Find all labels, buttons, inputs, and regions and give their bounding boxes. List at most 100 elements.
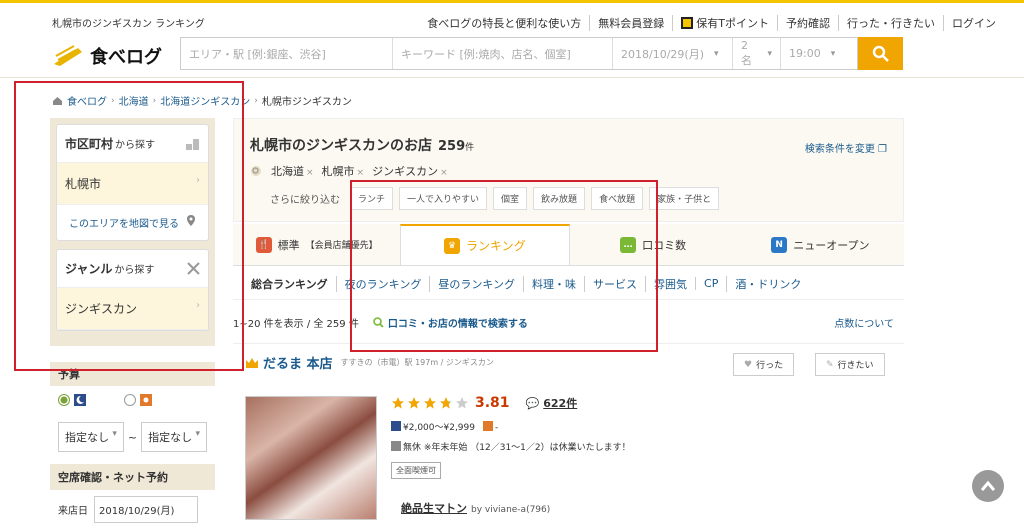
moon-icon	[391, 421, 401, 431]
budget-section: 予算 指定なし ~ 指定なし 空席確認・ネット予約 来店日 2018/10/29…	[50, 362, 215, 529]
budget-type-row	[50, 386, 215, 414]
moon-icon	[74, 394, 86, 406]
tab-new-open-label: ニューオープン	[793, 238, 870, 252]
sun-icon	[140, 394, 152, 406]
area-input[interactable]: エリア・駅 [例:銀座、渋谷]	[181, 38, 393, 69]
booking-title: 空席確認・ネット予約	[50, 464, 215, 490]
link-features[interactable]: 食べログの特長と便利な使い方	[419, 15, 589, 31]
store-name-link[interactable]: だるま 本店	[263, 353, 333, 372]
tilde: ~	[127, 430, 138, 444]
dinner-price-value: ¥2,000～¥2,999	[403, 423, 475, 433]
chevron-up-icon	[981, 481, 995, 491]
lunch-price: -	[482, 420, 499, 433]
tpoint-label: 保有Tポイント	[696, 17, 769, 30]
crumb-current: 札幌市ジンギスカン	[261, 97, 352, 108]
went-label: 行った	[756, 361, 784, 371]
date-select[interactable]: 2018/10/29(月)	[613, 38, 733, 69]
subnav-cp[interactable]: CP	[695, 277, 726, 290]
heart-icon: ♥	[744, 359, 753, 370]
link-went-want[interactable]: 行った・行きたい	[838, 15, 943, 31]
star-half-icon	[440, 397, 452, 409]
store-station-genre: すすきの（市電）駅 197m / ジンギスカン	[340, 358, 494, 367]
site-title: 札幌市のジンギスカン ランキング	[52, 19, 205, 30]
star-icon	[408, 397, 420, 409]
dinner-price: ¥2,000～¥2,999	[391, 420, 475, 433]
dinner-radio[interactable]	[58, 394, 70, 406]
review-author: by viviane-a(796)	[471, 505, 551, 515]
remove-icon: ×	[440, 168, 448, 178]
new-icon: N	[771, 236, 788, 253]
star-empty-icon	[456, 397, 468, 409]
tag-sapporo[interactable]: 札幌市 ×	[322, 163, 365, 179]
review-title[interactable]: 絶品生マトン by viviane-a(796)	[401, 500, 550, 516]
search-icon	[251, 165, 261, 176]
results-count-unit: 件	[465, 143, 475, 153]
store-photo[interactable]	[245, 396, 377, 520]
filter-label: さらに絞り込む	[270, 195, 340, 206]
rank-crown-icon	[246, 357, 258, 368]
top-links: 食べログの特長と便利な使い方 無料会員登録 保有Tポイント 予約確認 行った・行…	[419, 15, 1004, 31]
remove-icon: ×	[306, 168, 314, 178]
tag-hokkaido[interactable]: 北海道 ×	[271, 163, 314, 179]
store-rating: 3.81 💬 622件	[391, 395, 577, 411]
subnav-drinks[interactable]: 酒・ドリンク	[726, 275, 809, 292]
sun-icon	[482, 420, 493, 431]
people-select[interactable]: 2名	[733, 38, 781, 69]
scroll-top-button[interactable]	[972, 470, 1004, 502]
remove-icon: ×	[356, 168, 365, 178]
lunch-price-value: -	[494, 422, 499, 433]
points-about-link[interactable]: 点数について	[834, 315, 894, 330]
search-button[interactable]	[858, 37, 903, 70]
change-conditions-link[interactable]: 検索条件を変更 ❐	[805, 140, 887, 155]
active-tags: 北海道 × 札幌市 × ジンギスカン ×	[250, 163, 448, 179]
lunch-radio[interactable]	[124, 394, 136, 406]
review-count-link[interactable]: 💬 622件	[526, 395, 578, 411]
results-count: 259	[438, 139, 466, 154]
tag-jingisukan[interactable]: ジンギスカン ×	[372, 163, 448, 179]
subnav-overall[interactable]: 総合ランキング	[243, 276, 336, 292]
star-icon	[392, 397, 404, 409]
keyword-input[interactable]: キーワード [例:焼肉、店名、個室]	[393, 38, 613, 69]
budget-min-select[interactable]: 指定なし	[58, 422, 124, 452]
store-score: 3.81	[475, 395, 510, 411]
visit-date-input[interactable]: 2018/10/29(月)	[94, 496, 198, 523]
tag-jingisukan-label: ジンギスカン	[372, 165, 439, 178]
tab-new-open[interactable]: N ニューオープン	[737, 224, 904, 265]
logo-icon	[54, 45, 82, 66]
tab-standard-label: 標準	[277, 238, 300, 252]
link-login[interactable]: ログイン	[943, 15, 1004, 31]
time-select[interactable]: 19:00	[781, 38, 857, 69]
filter-family[interactable]: 家族・子供と	[649, 187, 720, 210]
link-tpoint[interactable]: 保有Tポイント	[672, 15, 777, 31]
logo[interactable]: 食べログ	[52, 43, 162, 69]
results-title-text: 札幌市のジンギスカンのお店	[250, 138, 432, 154]
budget-range-row: 指定なし ~ 指定なし	[50, 414, 215, 460]
pin-icon: ✎	[826, 359, 834, 370]
went-button[interactable]: ♥ 行った	[733, 353, 795, 376]
price-row: ¥2,000～¥2,999 -	[391, 420, 498, 433]
want-label: 行きたい	[837, 361, 874, 371]
visit-date-label: 来店日	[58, 506, 88, 517]
change-conditions-label: 検索条件を変更	[804, 144, 875, 155]
search-icon	[872, 45, 889, 62]
link-register[interactable]: 無料会員登録	[589, 15, 672, 31]
star-icon	[424, 397, 436, 409]
search-bar: エリア・駅 [例:銀座、渋谷] キーワード [例:焼肉、店名、個室] 2018/…	[180, 37, 858, 70]
highlight-box-sidebar	[14, 81, 244, 371]
showing-count: 1~20 件を表示 / 全 259 件	[233, 318, 359, 330]
review-count: 622件	[543, 397, 578, 410]
want-button[interactable]: ✎ 行きたい	[815, 353, 885, 376]
calendar-icon	[391, 441, 401, 451]
speech-bubble-icon: 💬	[525, 396, 540, 410]
highlight-box-ranking	[350, 180, 658, 352]
budget-max-select[interactable]: 指定なし	[141, 422, 207, 452]
tag-sapporo-label: 札幌市	[321, 165, 355, 178]
visit-date-row: 来店日 2018/10/29(月)	[50, 490, 215, 529]
link-reservation[interactable]: 予約確認	[777, 15, 838, 31]
crumb-sep: ›	[254, 95, 258, 106]
tag-hokkaido-label: 北海道	[271, 165, 304, 178]
smoking-badge: 全面喫煙可	[391, 462, 441, 479]
logo-text: 食べログ	[90, 47, 162, 68]
review-title-text: 絶品生マトン	[401, 502, 467, 515]
fork-icon: 🍴	[255, 236, 272, 253]
